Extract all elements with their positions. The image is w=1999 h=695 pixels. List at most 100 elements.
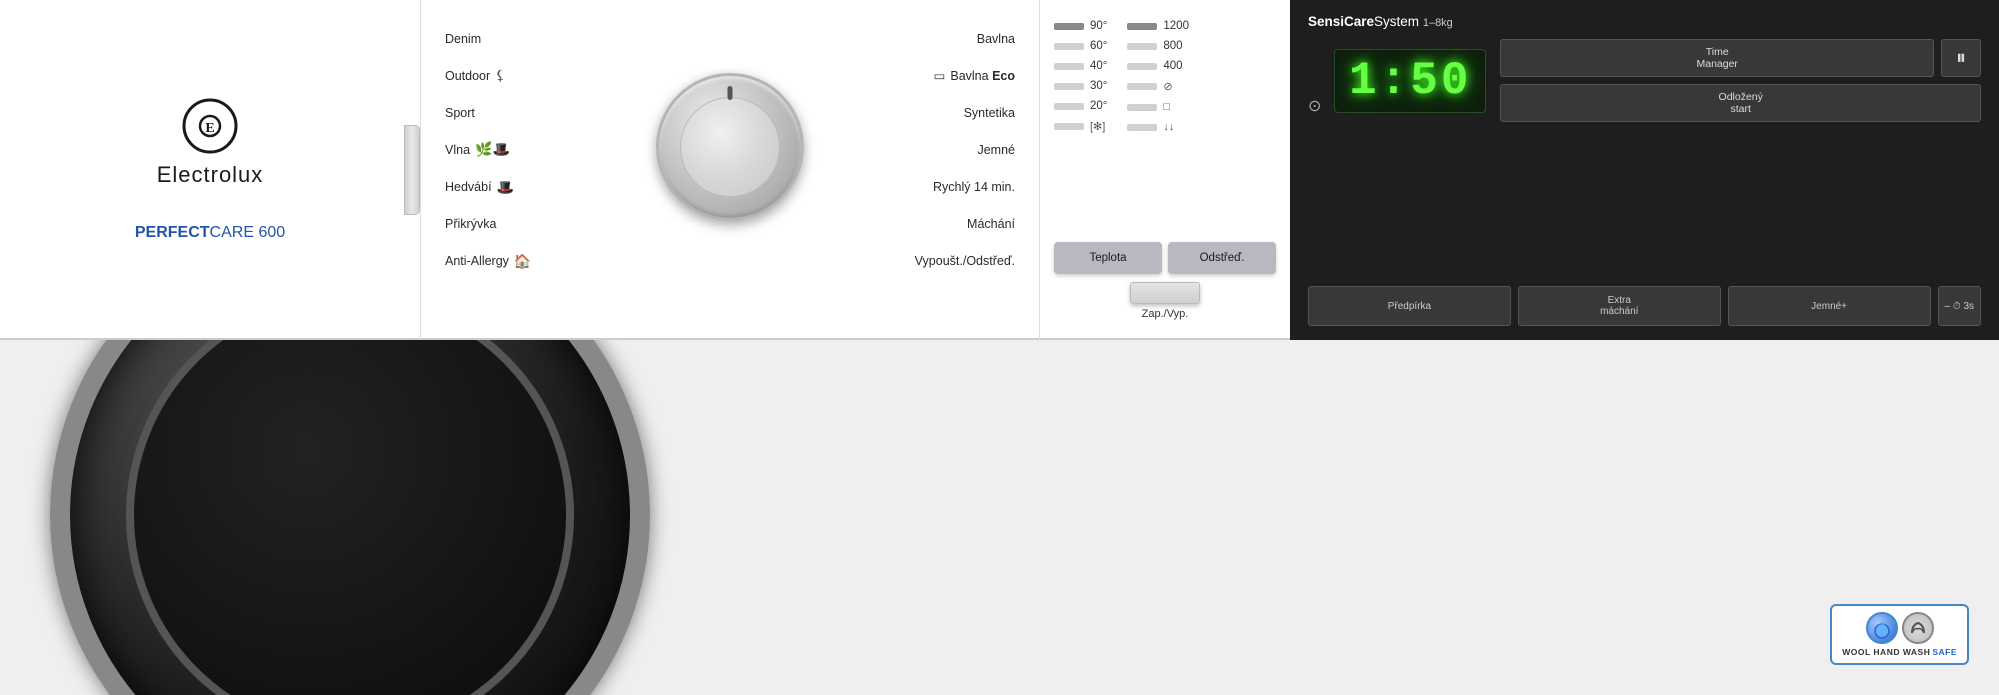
program-denim[interactable]: Denim (445, 25, 635, 53)
spin-800[interactable]: 800 (1127, 40, 1189, 52)
cert-icons (1866, 612, 1934, 644)
spin-off[interactable]: ⊘ (1127, 80, 1189, 93)
extra-machani-button[interactable]: Extramáchání (1518, 286, 1721, 326)
door-handle[interactable] (404, 125, 420, 215)
temp-30-led (1054, 83, 1084, 90)
play-pause-button[interactable]: ⏸ (1941, 39, 1981, 77)
program-bavlna-eco[interactable]: ▭ Bavlna Eco (825, 62, 1015, 90)
spin-400-led (1127, 63, 1157, 70)
temp-20-led (1054, 103, 1084, 110)
lcd-screen: 1:50 (1334, 49, 1486, 113)
temp-20[interactable]: 20° (1054, 100, 1107, 112)
model-prefix: PERFECT (135, 224, 210, 241)
temp-30[interactable]: 30° (1054, 80, 1107, 92)
svg-text:E: E (205, 121, 214, 136)
spin-800-led (1127, 43, 1157, 50)
lcd-time: 1:50 (1349, 58, 1471, 104)
display-right-buttons: TimeManager ⏸ Odložený start (1500, 39, 1981, 122)
cert-text-area: WOOL HAND WASH SAFE (1842, 647, 1957, 657)
spin-1200[interactable]: 1200 (1127, 20, 1189, 32)
jemne-plus-button[interactable]: Jemné+ (1728, 286, 1931, 326)
spin-rinse[interactable]: □ (1127, 101, 1189, 113)
program-outdoor[interactable]: Outdoor ⚸ (445, 62, 635, 90)
selectors-grid: 90° 60° 40° 30° (1054, 20, 1276, 232)
brand-name: Electrolux (157, 162, 264, 188)
programs-section: Denim Outdoor ⚸ Sport Vlna 🌿🎩 Hedvábí (420, 0, 1040, 340)
door-inner-glass (126, 340, 574, 695)
water-drop-icon (1871, 617, 1893, 639)
program-sport[interactable]: Sport (445, 99, 635, 127)
washing-door (50, 340, 650, 695)
odlozeny-start-button[interactable]: Odložený start (1500, 84, 1981, 122)
program-bavlna[interactable]: Bavlna (825, 25, 1015, 53)
program-prikryvka[interactable]: Přikrývka (445, 210, 635, 238)
program-vlna[interactable]: Vlna 🌿🎩 (445, 136, 635, 164)
program-jemne[interactable]: Jemné (825, 136, 1015, 164)
vlna-icon: 🌿🎩 (475, 141, 510, 158)
spin-400[interactable]: 400 (1127, 60, 1189, 72)
power-button[interactable] (1130, 282, 1200, 304)
spin-rinse-led (1127, 104, 1157, 111)
display-area: SensiCareSystem 1–8kg ⊙ 1:50 TimeManager (1308, 14, 1981, 326)
display-bottom-buttons: Předpírka Extramáchání Jemné+ – ⏱ 3s (1308, 286, 1981, 326)
spin-drain-led (1127, 124, 1157, 131)
knob-indicator (728, 86, 733, 100)
temp-90[interactable]: 90° (1054, 20, 1107, 32)
odstred-button[interactable]: Odstřeď. (1168, 242, 1276, 274)
temp-60[interactable]: 60° (1054, 40, 1107, 52)
woolmark-symbol (1907, 617, 1929, 639)
spin-drain[interactable]: ↓↓ (1127, 121, 1189, 133)
temp-90-led (1054, 23, 1084, 30)
display-middle: ⊙ 1:50 TimeManager ⏸ Odložený start (1308, 39, 1981, 122)
spin-column: 1200 800 400 ⊘ (1127, 20, 1189, 232)
program-rychly[interactable]: Rychlý 14 min. (825, 173, 1015, 201)
temperature-column: 90° 60° 40° 30° (1054, 20, 1107, 232)
woolmark-icon (1902, 612, 1934, 644)
predpirka-button[interactable]: Předpírka (1308, 286, 1511, 326)
spin-1200-led (1127, 23, 1157, 30)
wool-wash-icon (1866, 612, 1898, 644)
temp-40-led (1054, 63, 1084, 70)
display-title-row: SensiCareSystem 1–8kg (1308, 14, 1981, 29)
model-number: 600 (258, 224, 285, 241)
wifi-icon: ⊙ (1308, 96, 1321, 116)
control-strip: E Electrolux PERFECTCARE 600 Denim (0, 0, 1999, 340)
teplota-button[interactable]: Teplota (1054, 242, 1162, 274)
programs-left: Denim Outdoor ⚸ Sport Vlna 🌿🎩 Hedvábí (445, 20, 635, 280)
temp-spin-buttons: Teplota Odstřeď. (1054, 232, 1276, 274)
program-syntetika[interactable]: Syntetika (825, 99, 1015, 127)
program-machani[interactable]: Máchání (825, 210, 1015, 238)
power-label: Zap./Vyp. (1142, 308, 1189, 320)
brand-area: E Electrolux (157, 98, 264, 188)
temp-40[interactable]: 40° (1054, 60, 1107, 72)
anti-allergy-icon: 🏠 (514, 253, 531, 270)
logo-icon: E (182, 98, 238, 154)
program-dial[interactable] (656, 73, 804, 221)
program-knob[interactable] (656, 73, 804, 221)
certifications: WOOL HAND WASH SAFE (1830, 604, 1969, 665)
top-button-row: TimeManager ⏸ (1500, 39, 1981, 77)
outdoor-icon: ⚸ (495, 67, 505, 84)
programs-grid: Denim Outdoor ⚸ Sport Vlna 🌿🎩 Hedvábí (445, 20, 1015, 280)
washing-machine: E Electrolux PERFECTCARE 600 Denim (0, 0, 1999, 695)
brand-section: E Electrolux PERFECTCARE 600 (0, 0, 420, 340)
programs-right: Bavlna ▭ Bavlna Eco Syntetika Jemné Rych… (825, 20, 1015, 280)
display-section: SensiCareSystem 1–8kg ⊙ 1:50 TimeManager (1290, 0, 1999, 340)
cert-safe-text: SAFE (1932, 647, 1957, 657)
temp-cold-led (1054, 123, 1084, 130)
electrolux-logo: E (182, 98, 238, 154)
knob-inner (680, 97, 780, 197)
program-vypousti[interactable]: Vypoušt./Odstřeď. (825, 247, 1015, 275)
model-name: CARE (210, 224, 254, 241)
spin-off-led (1127, 83, 1157, 90)
bottom-area: WOOL HAND WASH SAFE (0, 340, 1999, 695)
program-anti-allergy[interactable]: Anti-Allergy 🏠 (445, 247, 635, 275)
timer-3s-button[interactable]: – ⏱ 3s (1938, 286, 1981, 326)
power-section: Zap./Vyp. (1054, 282, 1276, 320)
program-hedvabi[interactable]: Hedvábí 🎩 (445, 173, 635, 201)
hedvabi-icon: 🎩 (497, 179, 514, 196)
temp-cold[interactable]: [✻] (1054, 120, 1107, 133)
selectors-section: 90° 60° 40° 30° (1040, 0, 1290, 340)
time-manager-button[interactable]: TimeManager (1500, 39, 1934, 77)
temp-60-led (1054, 43, 1084, 50)
